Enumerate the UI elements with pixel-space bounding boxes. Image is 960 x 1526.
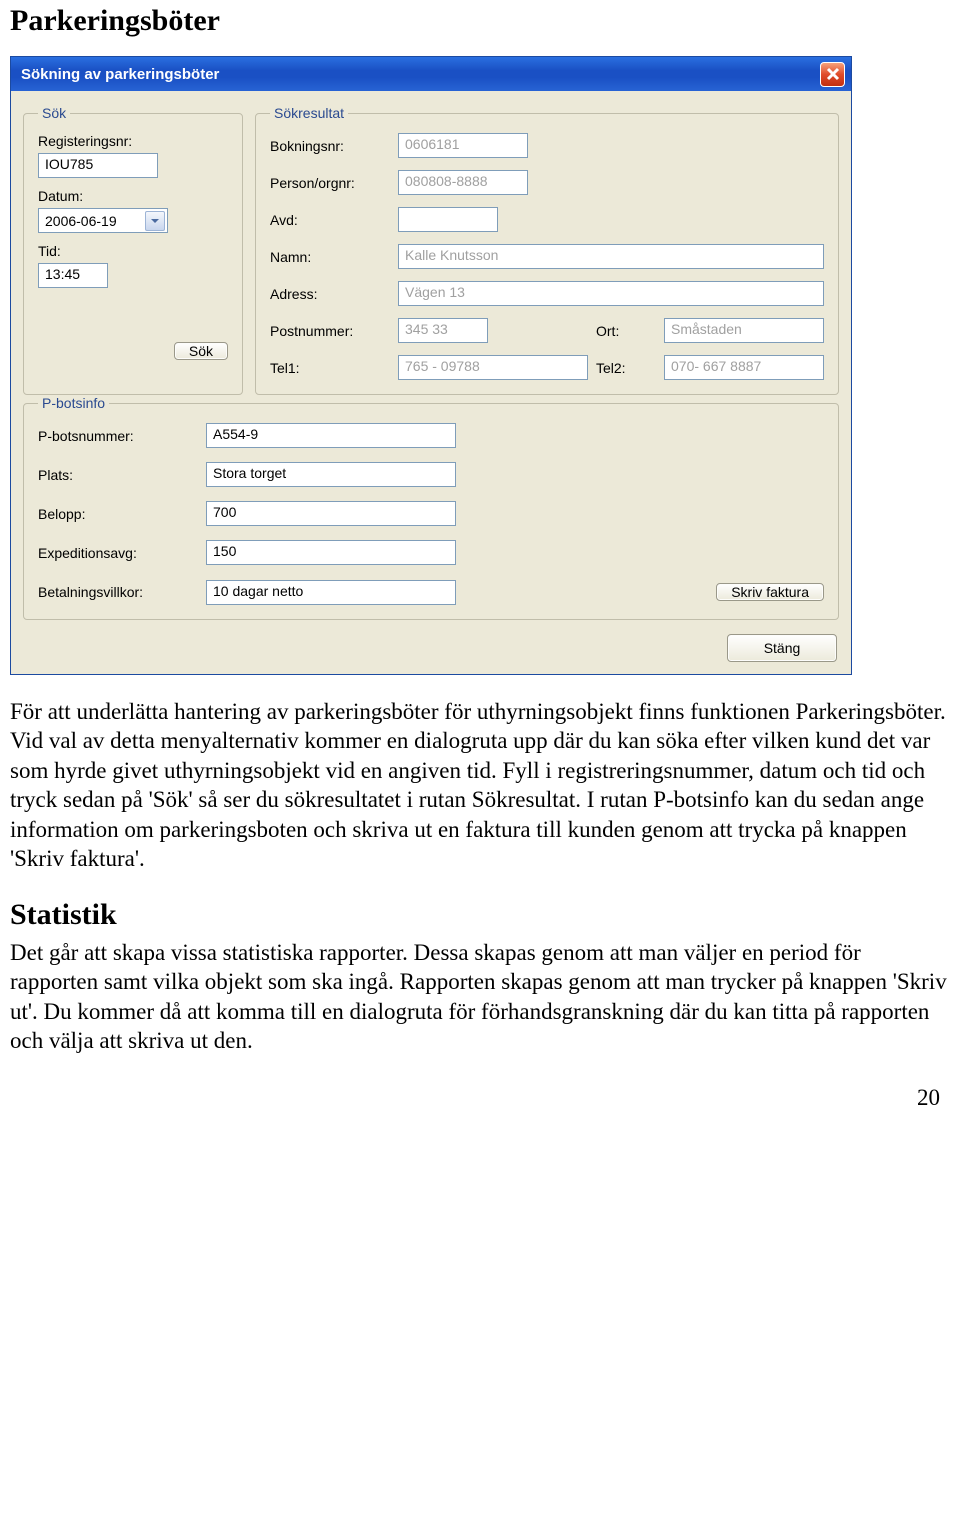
adress-field[interactable]: Vägen 13 xyxy=(398,281,824,306)
avd-field[interactable] xyxy=(398,207,498,232)
window-title: Sökning av parkeringsböter xyxy=(21,66,820,83)
tel2-label: Tel2: xyxy=(596,360,626,376)
reg-label: Registeringsnr: xyxy=(38,133,228,149)
bokning-label: Bokningsnr: xyxy=(270,138,390,154)
time-label: Tid: xyxy=(38,243,228,259)
person-field[interactable]: 080808-8888 xyxy=(398,170,528,195)
group-result: Sökresultat Bokningsnr: 0606181 Person/o… xyxy=(255,105,839,395)
reg-input[interactable]: IOU785 xyxy=(38,153,158,178)
exp-label: Expeditionsavg: xyxy=(38,545,198,561)
dialog-window: Sökning av parkeringsböter Sök Registeri… xyxy=(10,56,852,675)
postnr-label: Postnummer: xyxy=(270,323,390,339)
avd-label: Avd: xyxy=(270,212,390,228)
exp-input[interactable]: 150 xyxy=(206,540,456,565)
vill-input[interactable]: 10 dagar netto xyxy=(206,580,456,605)
tel1-field[interactable]: 765 - 09788 xyxy=(398,355,588,380)
group-pbot: P-botsinfo P-botsnummer: A554-9 Plats: S… xyxy=(23,395,839,620)
close-button[interactable]: Stäng xyxy=(727,634,837,662)
group-search: Sök Registeringsnr: IOU785 Datum: 2006-0… xyxy=(23,105,243,395)
invoice-button[interactable]: Skriv faktura xyxy=(716,583,824,601)
belopp-label: Belopp: xyxy=(38,506,198,522)
ort-field[interactable]: Småstaden xyxy=(664,318,824,343)
person-label: Person/orgnr: xyxy=(270,175,390,191)
tel2-field[interactable]: 070- 667 8887 xyxy=(664,355,824,380)
titlebar[interactable]: Sökning av parkeringsböter xyxy=(11,57,851,91)
vill-label: Betalningsvillkor: xyxy=(38,584,198,600)
namn-field[interactable]: Kalle Knutsson xyxy=(398,244,824,269)
group-search-legend: Sök xyxy=(38,105,70,121)
chevron-down-icon[interactable] xyxy=(145,211,165,231)
tel1-label: Tel1: xyxy=(270,360,390,376)
group-pbot-legend: P-botsinfo xyxy=(38,395,109,411)
stats-heading: Statistik xyxy=(10,898,950,932)
plats-input[interactable]: Stora torget xyxy=(206,462,456,487)
plats-label: Plats: xyxy=(38,467,198,483)
time-input[interactable]: 13:45 xyxy=(38,263,108,288)
paragraph-1: För att underlätta hantering av parkerin… xyxy=(10,697,950,874)
date-picker[interactable]: 2006-06-19 xyxy=(38,208,168,233)
dialog-body: Sök Registeringsnr: IOU785 Datum: 2006-0… xyxy=(11,91,851,674)
page-heading: Parkeringsböter xyxy=(10,4,950,38)
ort-label: Ort: xyxy=(596,323,619,339)
group-result-legend: Sökresultat xyxy=(270,105,348,121)
paragraph-2: Det går att skapa vissa statistiska rapp… xyxy=(10,938,950,1056)
namn-label: Namn: xyxy=(270,249,390,265)
pnr-label: P-botsnummer: xyxy=(38,428,198,444)
search-button[interactable]: Sök xyxy=(174,342,228,360)
page-number: 20 xyxy=(10,1085,940,1111)
close-icon[interactable] xyxy=(820,62,845,87)
date-label: Datum: xyxy=(38,188,228,204)
bokning-field[interactable]: 0606181 xyxy=(398,133,528,158)
pnr-input[interactable]: A554-9 xyxy=(206,423,456,448)
postnr-field[interactable]: 345 33 xyxy=(398,318,488,343)
date-value: 2006-06-19 xyxy=(45,213,145,229)
belopp-input[interactable]: 700 xyxy=(206,501,456,526)
adress-label: Adress: xyxy=(270,286,390,302)
